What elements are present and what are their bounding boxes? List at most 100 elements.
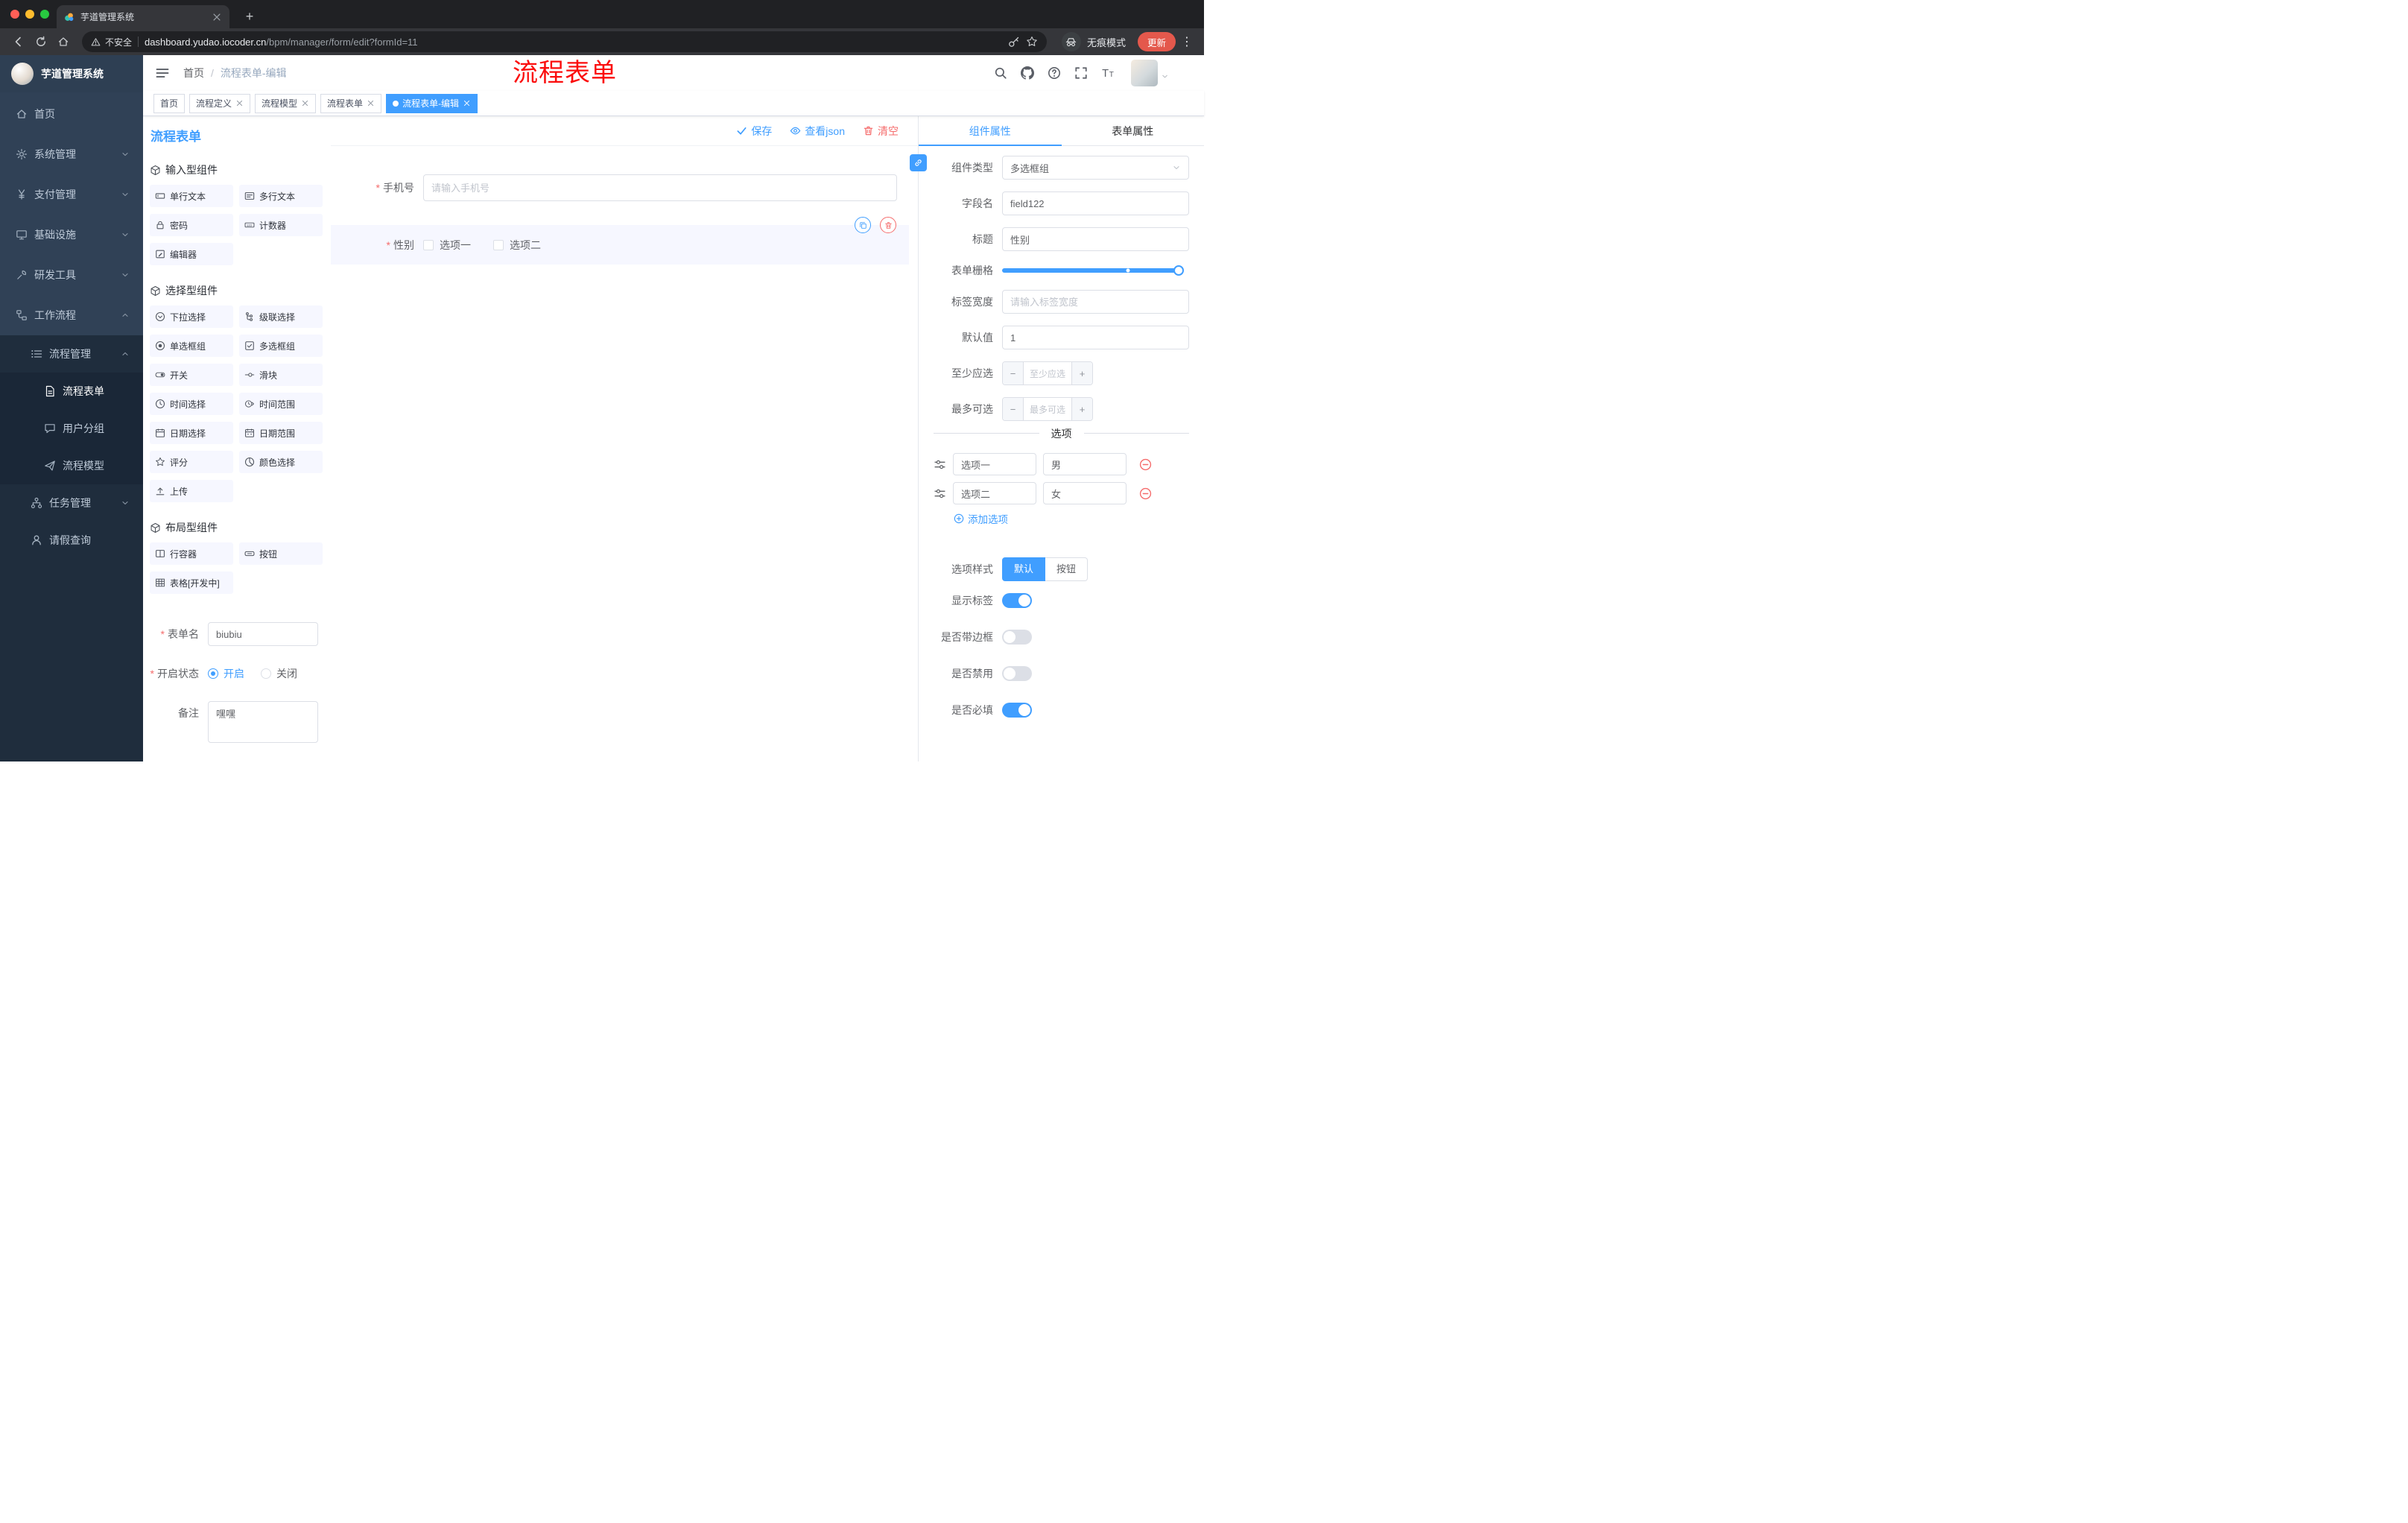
tab-component-props[interactable]: 组件属性	[919, 116, 1062, 146]
tag-process-form-edit[interactable]: 流程表单-编辑	[386, 93, 478, 113]
palette-item-table[interactable]: 表格[开发中]	[150, 571, 233, 594]
checkbox[interactable]	[493, 239, 504, 250]
palette-item-upload[interactable]: 上传	[150, 480, 233, 502]
field-gender-selected[interactable]: 性别 选项一 选项二	[331, 217, 909, 265]
browser-tab[interactable]: 芋道管理系统	[57, 5, 229, 28]
sidebar-item-devtools[interactable]: 研发工具	[0, 255, 143, 295]
palette-item-radio-group[interactable]: 单选框组	[150, 335, 233, 357]
plus-icon[interactable]: +	[1071, 362, 1092, 384]
security-indicator[interactable]: 不安全	[91, 36, 132, 48]
new-tab-button[interactable]: +	[240, 7, 259, 26]
hamburger-icon[interactable]	[155, 66, 170, 80]
fullscreen-icon[interactable]	[1074, 66, 1088, 80]
tab-close-icon[interactable]	[212, 12, 222, 22]
palette-item-time-picker[interactable]: 时间选择	[150, 393, 233, 415]
browser-menu-icon[interactable]: ⋮	[1179, 34, 1195, 49]
palette-item-editor[interactable]: 编辑器	[150, 243, 233, 265]
status-off-radio[interactable]: 关闭	[261, 662, 297, 685]
phone-input[interactable]	[423, 174, 897, 201]
palette-item-row-container[interactable]: 行容器	[150, 542, 233, 565]
min-select-stepper[interactable]: − 至少应选 +	[1002, 361, 1093, 385]
palette-item-date-range[interactable]: 日期范围	[239, 422, 323, 444]
palette-item-single-line-text[interactable]: 单行文本	[150, 185, 233, 207]
max-select-stepper[interactable]: − 最多可选 +	[1002, 397, 1093, 421]
sidebar-item-user-group[interactable]: 用户分组	[0, 410, 143, 447]
minus-icon[interactable]: −	[1003, 362, 1024, 384]
tag-home[interactable]: 首页	[153, 93, 186, 113]
palette-item-color-picker[interactable]: 颜色选择	[239, 451, 323, 473]
sidebar-item-leave-query[interactable]: 请假查询	[0, 522, 143, 559]
label-width-input[interactable]	[1002, 290, 1189, 314]
option-value-input[interactable]	[1043, 482, 1127, 504]
browser-update-button[interactable]: 更新	[1137, 32, 1176, 51]
tag-process-form[interactable]: 流程表单	[320, 93, 382, 113]
close-icon[interactable]	[463, 99, 471, 107]
sidebar-item-system[interactable]: 系统管理	[0, 134, 143, 174]
tab-form-props[interactable]: 表单属性	[1062, 116, 1205, 145]
palette-item-time-range[interactable]: 时间范围	[239, 393, 323, 415]
option-style-default-button[interactable]: 默认	[1002, 557, 1046, 581]
palette-item-date-picker[interactable]: 日期选择	[150, 422, 233, 444]
gender-option-2[interactable]: 选项二	[493, 238, 541, 253]
address-bar[interactable]: 不安全 dashboard.yudao.iocoder.cn/bpm/manag…	[82, 31, 1047, 52]
sidebar-item-workflow[interactable]: 工作流程	[0, 295, 143, 335]
component-type-select[interactable]: 多选框组	[1002, 156, 1189, 180]
view-json-button[interactable]: 查看json	[790, 124, 845, 139]
checkbox[interactable]	[423, 239, 434, 250]
sidebar-item-process-model[interactable]: 流程模型	[0, 447, 143, 484]
palette-item-rate[interactable]: 评分	[150, 451, 233, 473]
slider-handle[interactable]	[1173, 265, 1184, 276]
option-name-input[interactable]	[953, 453, 1036, 475]
field-phone[interactable]: 手机号	[331, 173, 897, 203]
title-input[interactable]	[1002, 227, 1189, 251]
palette-item-password[interactable]: 密码	[150, 214, 233, 236]
help-icon[interactable]	[1048, 66, 1061, 80]
window-minimize-button[interactable]	[25, 10, 34, 19]
sidebar-item-process-management[interactable]: 流程管理	[0, 335, 143, 373]
font-size-icon[interactable]	[1101, 66, 1115, 80]
palette-item-switch[interactable]: 开关	[150, 364, 233, 386]
bookmark-star-icon[interactable]	[1026, 36, 1038, 48]
form-remark-textarea[interactable]: 嘿嘿	[208, 701, 318, 743]
search-icon[interactable]	[994, 66, 1007, 80]
close-icon[interactable]	[301, 99, 309, 107]
palette-item-button[interactable]: 按钮	[239, 542, 323, 565]
save-button[interactable]: 保存	[736, 124, 772, 139]
status-on-radio[interactable]: 开启	[208, 662, 244, 685]
grid-slider[interactable]	[1002, 265, 1184, 276]
breadcrumb-home[interactable]: 首页	[183, 66, 204, 80]
user-menu[interactable]	[1131, 60, 1158, 86]
clear-button[interactable]: 清空	[863, 124, 899, 139]
disabled-switch[interactable]	[1002, 666, 1032, 681]
border-switch[interactable]	[1002, 630, 1032, 645]
option-style-button-button[interactable]: 按钮	[1045, 557, 1089, 581]
palette-item-cascader[interactable]: 级联选择	[239, 305, 323, 328]
window-zoom-button[interactable]	[40, 10, 49, 19]
sidebar-item-task-management[interactable]: 任务管理	[0, 484, 143, 522]
drawer-link-button[interactable]	[910, 154, 927, 171]
window-close-button[interactable]	[10, 10, 19, 19]
delete-field-button[interactable]	[880, 217, 896, 233]
plus-icon[interactable]: +	[1071, 398, 1092, 420]
show-label-switch[interactable]	[1002, 593, 1032, 608]
tag-process-definition[interactable]: 流程定义	[189, 93, 251, 113]
avatar[interactable]	[1131, 60, 1158, 86]
sidebar-item-infrastructure[interactable]: 基础设施	[0, 215, 143, 255]
add-option-button[interactable]: 添加选项	[954, 511, 1189, 526]
palette-item-slider[interactable]: 滑块	[239, 364, 323, 386]
remove-option-icon[interactable]	[1139, 487, 1152, 500]
close-icon[interactable]	[367, 99, 375, 107]
sidebar-item-payment[interactable]: 支付管理	[0, 174, 143, 215]
close-icon[interactable]	[235, 99, 244, 107]
palette-item-counter[interactable]: 计数器	[239, 214, 323, 236]
option-name-input[interactable]	[953, 482, 1036, 504]
back-button[interactable]	[9, 32, 28, 51]
remove-option-icon[interactable]	[1139, 458, 1152, 471]
tag-process-model[interactable]: 流程模型	[255, 93, 317, 113]
option-value-input[interactable]	[1043, 453, 1127, 475]
sidebar-logo[interactable]: 芋道管理系统	[0, 55, 143, 92]
palette-item-select[interactable]: 下拉选择	[150, 305, 233, 328]
gender-option-1[interactable]: 选项一	[423, 238, 471, 253]
palette-item-multi-line-text[interactable]: 多行文本	[239, 185, 323, 207]
sidebar-item-process-form[interactable]: 流程表单	[0, 373, 143, 410]
